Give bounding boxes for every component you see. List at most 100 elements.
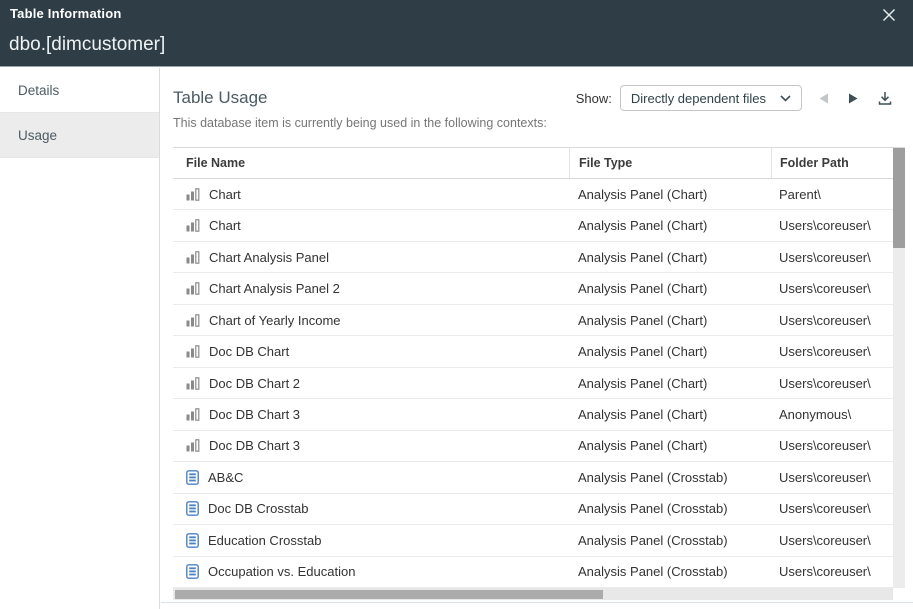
scrollbar-corner [893,588,905,600]
file-type: Analysis Panel (Crosstab) [569,470,771,485]
chart-icon [186,188,200,201]
document-icon [186,470,199,485]
horizontal-scrollbar[interactable] [173,588,893,600]
folder-path: Users\coreuser\ [771,376,893,391]
vertical-scrollbar[interactable] [893,148,905,588]
close-button[interactable] [881,7,897,23]
folder-path: Parent\ [771,187,893,202]
file-name: Chart [209,218,241,233]
show-dropdown[interactable]: Directly dependent files [620,85,802,111]
file-type: Analysis Panel (Chart) [569,218,771,233]
next-page-button[interactable] [843,88,863,108]
folder-path: Users\coreuser\ [771,564,893,579]
folder-path: Users\coreuser\ [771,470,893,485]
file-name: Education Crosstab [208,533,321,548]
file-type: Analysis Panel (Chart) [569,407,771,422]
horizontal-scrollbar-thumb[interactable] [175,590,603,599]
folder-path: Users\coreuser\ [771,501,893,516]
table-row[interactable]: Doc DB Crosstab Analysis Panel (Crosstab… [173,494,893,525]
file-name: Doc DB Chart [209,344,289,359]
previous-page-button[interactable] [814,88,834,108]
file-name: Chart of Yearly Income [209,313,341,328]
usage-panel: Table Usage Show: Directly dependent fil… [161,68,913,609]
column-header-file-name: File Name [173,148,569,178]
file-type: Analysis Panel (Crosstab) [569,533,771,548]
sidebar-item-details[interactable]: Details [0,68,159,113]
folder-path: Users\coreuser\ [771,313,893,328]
file-type: Analysis Panel (Chart) [569,376,771,391]
table-row[interactable]: Occupation vs. Education Analysis Panel … [173,557,893,588]
column-header-file-type: File Type [569,148,771,178]
sidebar-item-label: Details [18,83,59,98]
chart-icon [186,408,200,421]
chart-icon [186,282,200,295]
chevron-down-icon [780,95,791,102]
chart-icon [186,377,200,390]
download-button[interactable] [875,88,895,108]
file-name: Doc DB Chart 3 [209,438,300,453]
chart-icon [186,314,200,327]
file-type: Analysis Panel (Chart) [569,438,771,453]
folder-path: Users\coreuser\ [771,344,893,359]
usage-table: File Name File Type Folder Path [173,147,905,600]
arrow-left-icon [819,93,829,104]
table-row[interactable]: Doc DB Chart 2 Analysis Panel (Chart) Us… [173,368,893,399]
table-row[interactable]: Chart Analysis Panel Analysis Panel (Cha… [173,242,893,273]
chart-icon [186,439,200,452]
folder-path: Users\coreuser\ [771,438,893,453]
table-row[interactable]: Chart Analysis Panel (Chart) Parent\ [173,179,893,210]
sidebar-item-label: Usage [18,128,57,143]
usage-description: This database item is currently being us… [173,116,547,130]
folder-path: Users\coreuser\ [771,281,893,296]
file-name: Chart Analysis Panel [209,250,329,265]
show-label: Show: [576,91,612,106]
page-title: Table Usage [173,88,268,108]
column-header-folder-path: Folder Path [771,148,893,178]
file-name: Occupation vs. Education [208,564,355,579]
file-type: Analysis Panel (Chart) [569,344,771,359]
bottom-divider [161,602,913,603]
download-icon [877,91,893,106]
table-row[interactable]: Chart Analysis Panel 2 Analysis Panel (C… [173,273,893,304]
table-row[interactable]: Doc DB Chart Analysis Panel (Chart) User… [173,336,893,367]
table-header-row: File Name File Type Folder Path [173,147,905,179]
table-row[interactable]: Education Crosstab Analysis Panel (Cross… [173,525,893,556]
file-name: Chart Analysis Panel 2 [209,281,340,296]
show-dropdown-value: Directly dependent files [631,91,766,106]
dialog-header: Table Information dbo.[dimcustomer] [0,0,913,67]
table-row[interactable]: Doc DB Chart 3 Analysis Panel (Chart) Us… [173,431,893,462]
table-name-subtitle: dbo.[dimcustomer] [9,34,165,56]
chart-icon [186,345,200,358]
document-icon [186,501,199,516]
document-icon [186,564,199,579]
sidebar-item-usage[interactable]: Usage [0,113,159,158]
vertical-scrollbar-thumb[interactable] [893,148,905,248]
arrow-right-icon [848,93,858,104]
file-type: Analysis Panel (Chart) [569,313,771,328]
file-type: Analysis Panel (Crosstab) [569,501,771,516]
file-type: Analysis Panel (Chart) [569,187,771,202]
chart-icon [186,219,200,232]
folder-path: Users\coreuser\ [771,250,893,265]
folder-path: Users\coreuser\ [771,533,893,548]
table-body: Chart Analysis Panel (Chart) Parent\ [173,179,893,588]
file-name: AB&C [208,470,243,485]
file-type: Analysis Panel (Crosstab) [569,564,771,579]
sidebar: Details Usage [0,68,160,609]
folder-path: Anonymous\ [771,407,893,422]
chart-icon [186,251,200,264]
file-name: Chart [209,187,241,202]
close-icon [881,10,897,27]
table-row[interactable]: Chart Analysis Panel (Chart) Users\coreu… [173,210,893,241]
file-name: Doc DB Chart 3 [209,407,300,422]
table-row[interactable]: AB&C Analysis Panel (Crosstab) Users\cor… [173,462,893,493]
file-name: Doc DB Crosstab [208,501,308,516]
dialog-body: Details Usage Table Usage Show: Directly… [0,68,913,609]
table-row[interactable]: Chart of Yearly Income Analysis Panel (C… [173,305,893,336]
file-type: Analysis Panel (Chart) [569,250,771,265]
table-row[interactable]: Doc DB Chart 3 Analysis Panel (Chart) An… [173,399,893,430]
table-information-dialog: Table Information dbo.[dimcustomer] Deta… [0,0,913,609]
usage-toolbar: Table Usage Show: Directly dependent fil… [173,84,895,112]
dialog-title: Table Information [10,6,122,21]
file-name: Doc DB Chart 2 [209,376,300,391]
